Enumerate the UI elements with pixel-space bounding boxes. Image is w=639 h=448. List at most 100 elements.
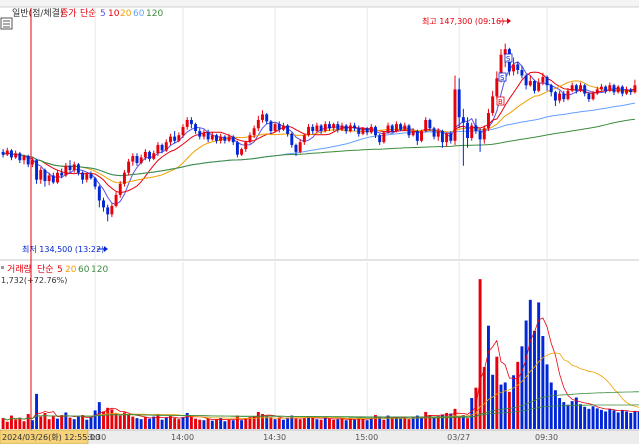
candle-body — [336, 124, 340, 130]
candle-body — [198, 131, 202, 137]
volume-bar — [323, 417, 327, 429]
candle-body — [357, 128, 361, 134]
volume-bar — [390, 418, 394, 429]
volume-bar — [168, 416, 172, 429]
candle-body — [135, 156, 139, 163]
volume-bar — [420, 417, 423, 429]
volume-bar — [311, 417, 315, 429]
candle-body — [210, 135, 214, 140]
price-legend-label: 종가 — [60, 8, 77, 19]
volume-bar — [60, 415, 64, 429]
ma-line-120 — [2, 118, 635, 177]
candle-body — [558, 93, 562, 101]
candle-body — [76, 164, 80, 173]
volume-bar — [39, 416, 43, 429]
volume-bar — [302, 418, 306, 429]
ma-line-60 — [2, 102, 635, 177]
candle-body — [466, 122, 470, 138]
volume-bar — [424, 411, 428, 429]
volume-bar — [106, 407, 110, 429]
candle-body — [244, 142, 248, 150]
candle-body — [185, 119, 189, 127]
candle-body — [516, 64, 520, 70]
candle-body — [106, 207, 110, 215]
candle-body — [566, 90, 570, 100]
volume-bar — [378, 417, 382, 429]
candle-body — [512, 64, 516, 72]
candle-body — [51, 175, 55, 183]
candle-body — [152, 153, 156, 159]
volume-bar — [177, 419, 181, 429]
candle-body — [365, 128, 369, 133]
volume-bar — [64, 412, 68, 429]
vol-legend-ma20: 20 — [65, 265, 77, 275]
volume-bar — [152, 416, 156, 429]
volume-bar — [194, 418, 198, 429]
candle-body — [281, 125, 285, 130]
candle-body — [562, 93, 566, 100]
candle-body — [206, 132, 210, 140]
vol-legend-ma60: 60 — [78, 265, 90, 275]
candle-body — [495, 78, 499, 97]
candle-body — [39, 169, 43, 180]
candle-body — [327, 124, 331, 129]
candle-body — [56, 172, 59, 183]
chart-svg: 일반(점/체결) 종가 단순 5 10 20 60 120 S S B 최고 1… — [0, 0, 639, 445]
volume-bar — [164, 417, 168, 429]
candle-body — [290, 133, 294, 145]
volume-bar — [85, 419, 89, 429]
legend-ma120: 120 — [146, 9, 163, 19]
volume-bar — [457, 416, 461, 429]
candle-body — [440, 131, 444, 143]
volume-bar — [574, 397, 578, 429]
candle-body — [348, 125, 352, 132]
volume-bar — [240, 420, 244, 429]
candle-body — [72, 164, 76, 170]
candle-body — [5, 150, 9, 155]
volume-bar — [620, 409, 624, 429]
candle-body — [273, 124, 277, 132]
volume-bar — [332, 419, 336, 429]
volume-bar — [110, 409, 114, 429]
price-toggle-label[interactable]: 일반(점/체결) — [12, 7, 63, 19]
volume-bar — [382, 419, 386, 429]
volume-bar — [181, 417, 185, 429]
volume-bar — [235, 415, 239, 429]
candle-body — [378, 135, 382, 143]
volume-bar — [277, 418, 281, 429]
candle-body — [160, 144, 164, 151]
candle-body — [436, 131, 440, 137]
volume-bar — [353, 419, 357, 429]
candle-body — [131, 156, 135, 162]
candle-body — [629, 89, 633, 93]
candle-body — [286, 125, 290, 134]
volume-bar — [26, 414, 30, 429]
volume-bar — [148, 418, 152, 429]
volume-bar — [340, 418, 344, 429]
signal-marker-1-glyph: S — [506, 55, 511, 63]
volume-bar — [131, 416, 135, 429]
volume-bar — [22, 421, 26, 429]
candle-body — [491, 96, 495, 114]
candle-body — [461, 117, 465, 123]
stock-chart: 일반(점/체결) 종가 단순 5 10 20 60 120 S S B 최고 1… — [0, 0, 639, 445]
volume-bar — [89, 417, 93, 429]
price-legend: 일반(점/체결) 종가 단순 5 10 20 60 120 — [0, 7, 163, 30]
candle-body — [189, 119, 193, 125]
candle-body — [148, 151, 152, 159]
candle-body — [323, 124, 327, 132]
volume-bar — [541, 336, 545, 429]
candle-body — [127, 161, 131, 173]
volume-bar — [93, 410, 97, 429]
candle-body — [474, 125, 478, 132]
price-panel: S S B 최고 147,300 (09:16) 최저 134,500 (13:… — [1, 8, 637, 259]
candle-body — [202, 132, 206, 137]
candle-body — [168, 136, 172, 143]
candle-body — [595, 89, 599, 94]
candle-body — [261, 114, 264, 120]
volume-bar — [512, 375, 516, 429]
volume-bar — [608, 408, 612, 429]
candle-body — [382, 132, 386, 143]
candle-body — [411, 131, 415, 136]
candle-body — [390, 125, 394, 132]
